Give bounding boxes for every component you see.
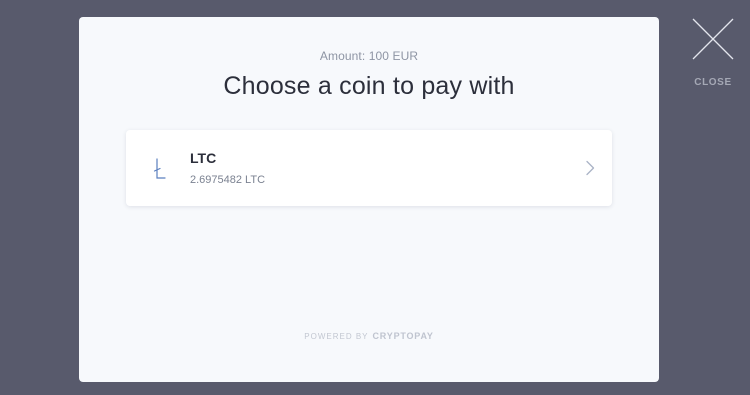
coin-amount: 2.6975482 LTC (190, 174, 266, 186)
powered-by-footer: POWERED BY CRYPTOPAY (79, 331, 659, 341)
coin-symbol: LTC (190, 150, 217, 166)
modal-overlay[interactable]: Amount: 100 EUR Choose a coin to pay wit… (0, 0, 750, 395)
close-button[interactable]: CLOSE (690, 18, 736, 92)
close-label: CLOSE (694, 77, 732, 88)
coin-option-ltc[interactable]: LTC 2.6975482 LTC (126, 130, 612, 206)
brand-name: CRYPTOPAY (372, 331, 434, 341)
modal-title: Choose a coin to pay with (223, 72, 515, 100)
litecoin-icon (153, 158, 166, 179)
close-icon (692, 18, 734, 60)
amount-text: Amount: 100 EUR (319, 49, 419, 63)
chevron-right-icon (586, 160, 595, 176)
payment-modal: Amount: 100 EUR Choose a coin to pay wit… (79, 17, 659, 382)
powered-by-label: POWERED BY (304, 332, 369, 341)
